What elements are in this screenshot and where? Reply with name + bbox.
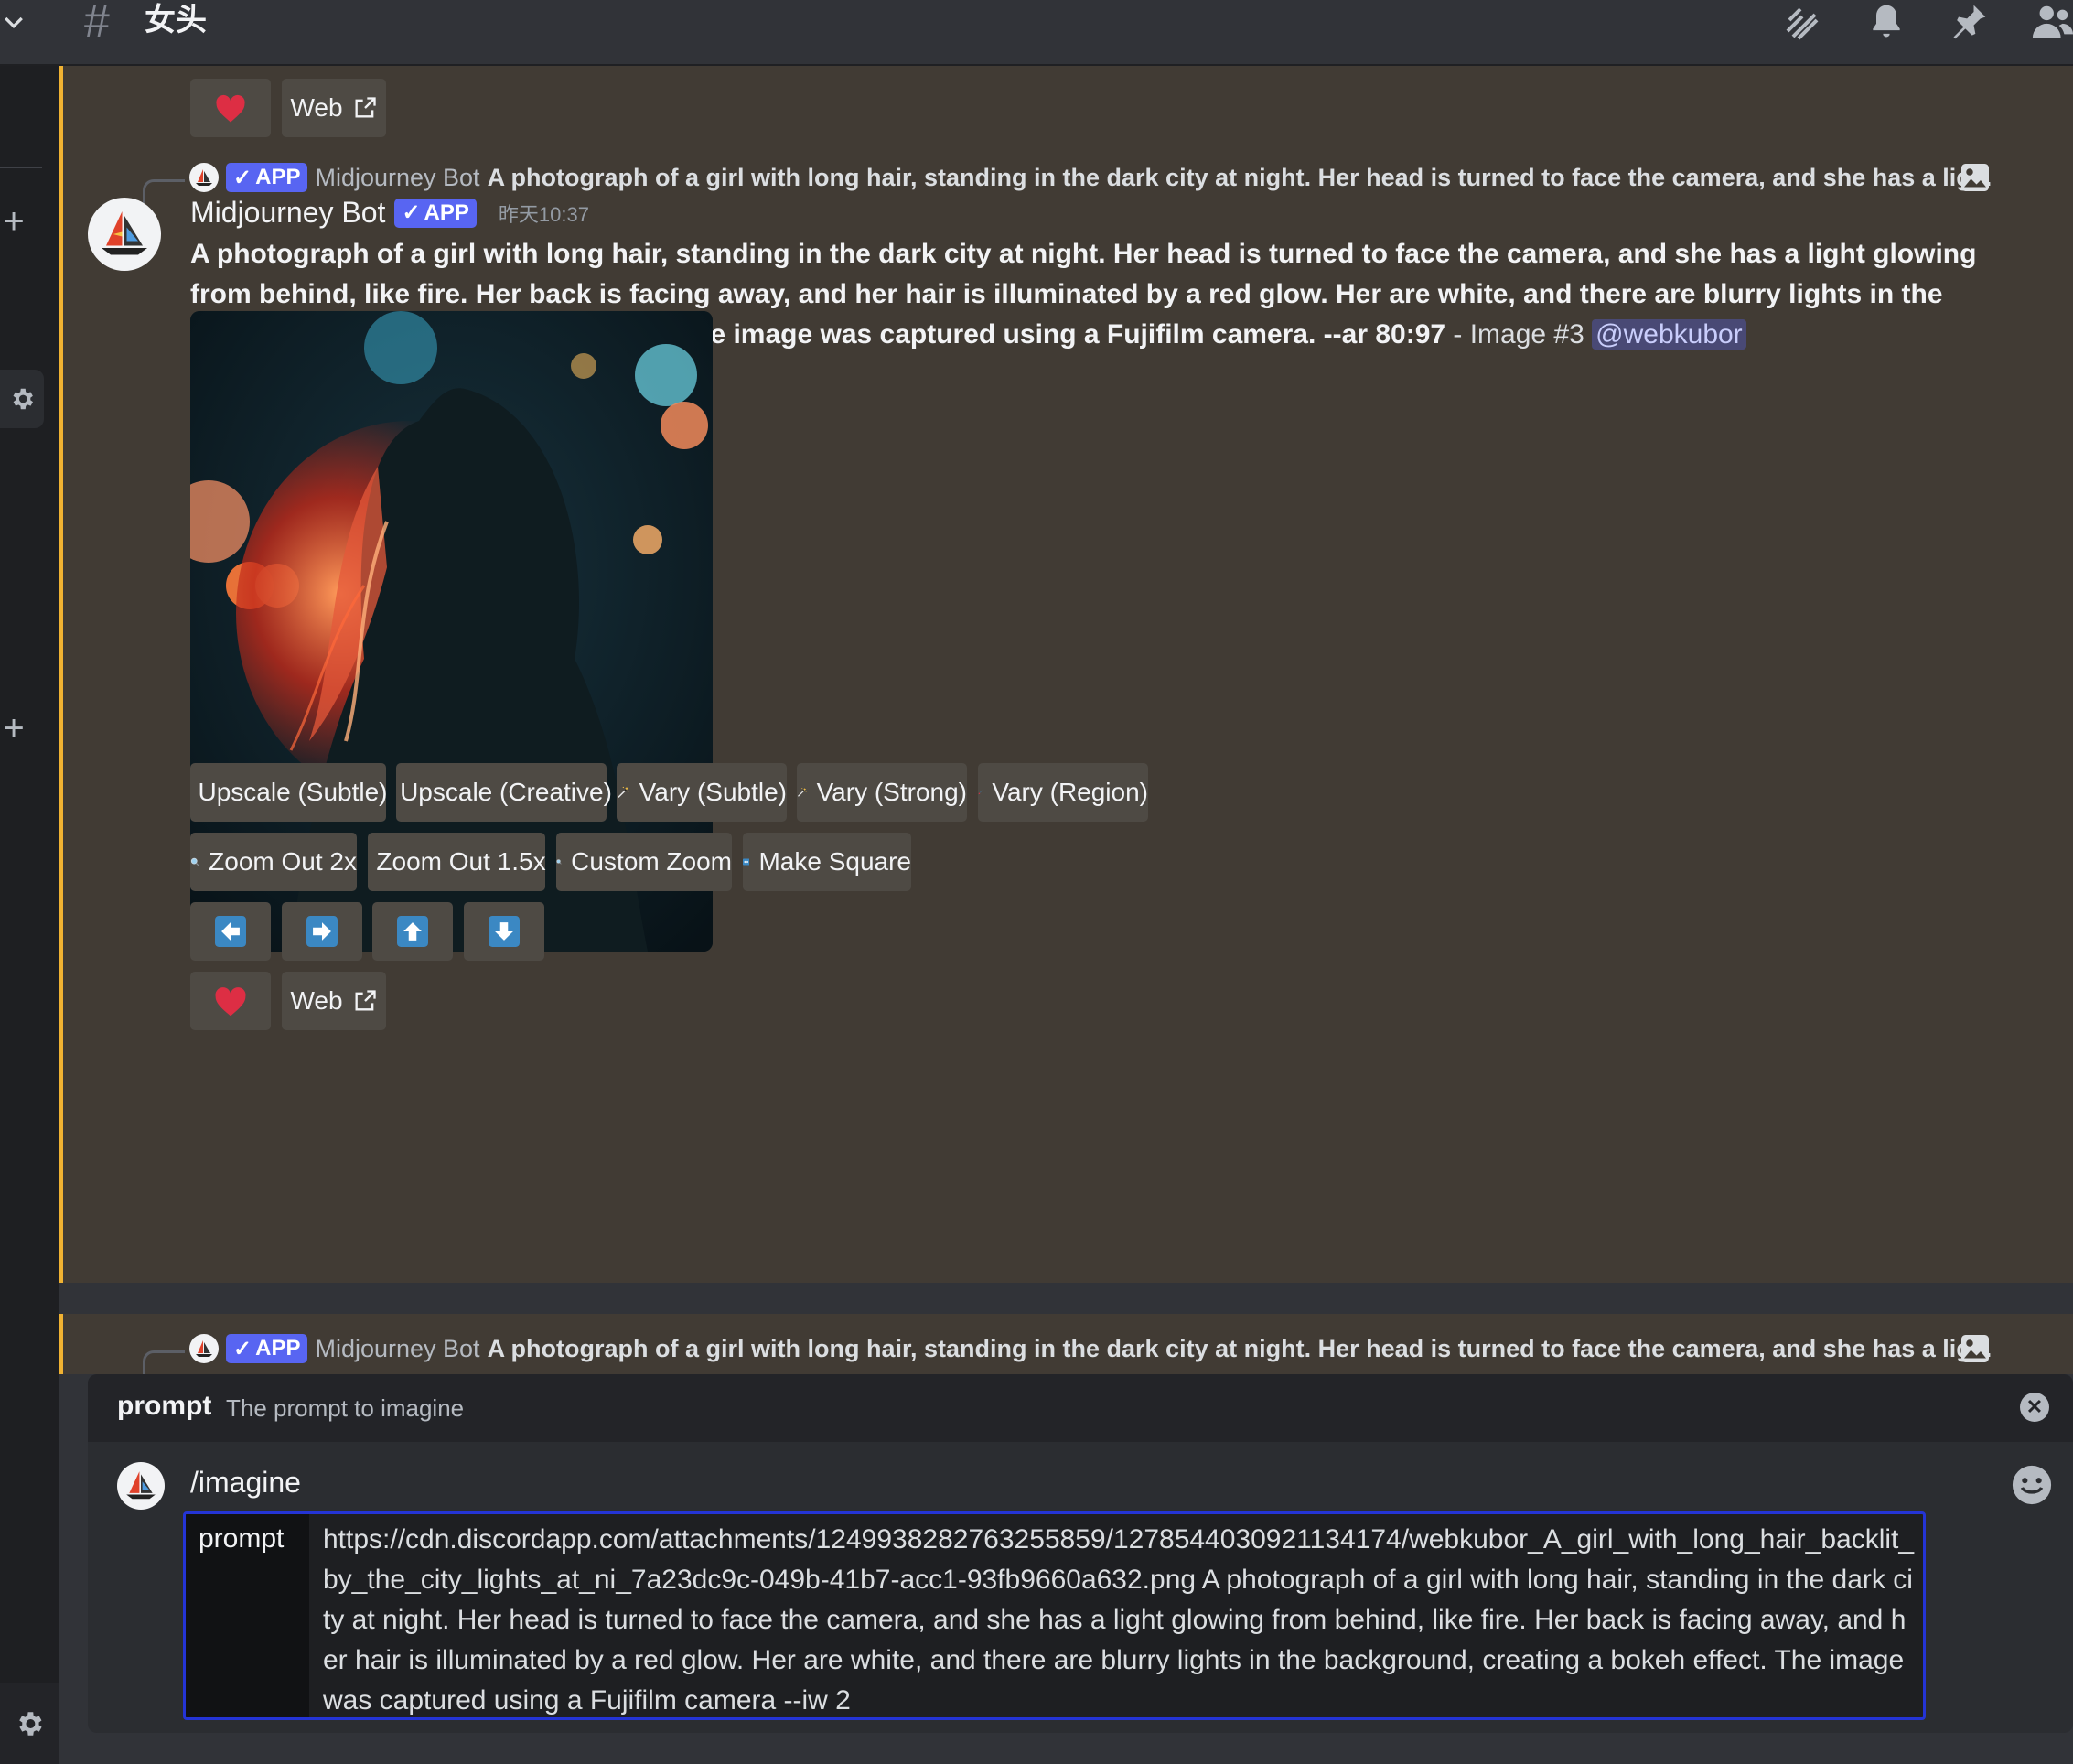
arrow-up-icon: [397, 916, 428, 947]
arrow-down-icon: [489, 916, 520, 947]
rail-divider: [0, 167, 42, 168]
app-tag: ✓ APP: [226, 163, 308, 192]
arrow-right-icon: [306, 916, 338, 947]
make-square-button[interactable]: Make Square: [743, 833, 911, 891]
zoom-out-2x-button[interactable]: Zoom Out 2x: [190, 833, 357, 891]
reply-spine: [143, 179, 185, 203]
arrow-left-icon: [215, 916, 246, 947]
prompt-field-label: prompt: [186, 1514, 309, 1717]
channel-name: 女头: [145, 3, 207, 38]
reply-preview[interactable]: ✓ APP Midjourney Bot A photograph of a gi…: [189, 1334, 1992, 1363]
channel-header: # 女头: [0, 0, 2073, 66]
bot-mini-avatar: [189, 163, 219, 192]
image-icon: [1961, 1335, 1989, 1362]
app-tag-label: APP: [255, 1336, 301, 1361]
arrow-left-right-icon: [743, 858, 750, 866]
paintbrush-icon: [978, 790, 983, 795]
option-description: The prompt to imagine: [226, 1394, 465, 1422]
author-name[interactable]: Midjourney Bot: [190, 196, 385, 230]
close-icon[interactable]: ✕: [2020, 1393, 2049, 1422]
zoom-out-2x-label: Zoom Out 2x: [209, 847, 357, 876]
vary-strong-label: Vary (Strong): [816, 778, 967, 806]
reply-author: Midjourney Bot: [315, 1334, 480, 1362]
bell-icon[interactable]: [1866, 2, 1907, 42]
magic-wand-icon: [798, 788, 807, 797]
add-server-plus-icon[interactable]: +: [0, 203, 27, 240]
image-icon: [1961, 164, 1989, 191]
reply-preview-text: A photograph of a girl with long hair, s…: [487, 163, 1992, 191]
magnifier-icon: [190, 857, 199, 866]
web-button[interactable]: Web: [282, 79, 386, 137]
message-main: ✓ APP Midjourney Bot A photograph of a gi…: [59, 143, 2073, 1283]
heart-icon: [215, 987, 246, 1016]
command-name: /imagine: [190, 1466, 301, 1499]
vary-strong-button[interactable]: Vary (Strong): [797, 763, 967, 822]
upscale-subtle-button[interactable]: Upscale (Subtle): [190, 763, 388, 822]
user-mention[interactable]: @webkubor: [1592, 319, 1746, 350]
message-next: ✓ APP Midjourney Bot A photograph of a gi…: [59, 1314, 2073, 1374]
external-link-icon: [355, 97, 376, 118]
web-button-label: Web: [290, 986, 343, 1015]
pan-left-button[interactable]: [190, 902, 271, 961]
heart-button[interactable]: [190, 972, 271, 1030]
reply-preview[interactable]: ✓ APP Midjourney Bot A photograph of a gi…: [189, 163, 1992, 192]
image-index-text: - Image #3: [1445, 319, 1593, 350]
reply-author: Midjourney Bot: [315, 163, 480, 191]
message-previous: Web: [59, 66, 2073, 145]
upscale-creative-button[interactable]: Upscale (Creative): [396, 763, 612, 822]
pan-down-button[interactable]: [464, 902, 544, 961]
members-icon[interactable]: [2031, 1, 2073, 43]
checkmark-icon: ✓: [233, 165, 252, 190]
app-tag: ✓ APP: [226, 1334, 308, 1363]
app-tag: ✓ APP: [394, 198, 477, 228]
bot-avatar: [117, 1462, 165, 1510]
reply-preview-text: A photograph of a girl with long hair, s…: [487, 1334, 1992, 1362]
web-button-label: Web: [290, 93, 343, 122]
prompt-input[interactable]: prompt https://cdn.discordapp.com/attach…: [183, 1511, 1926, 1720]
custom-zoom-button[interactable]: Custom Zoom: [556, 833, 732, 891]
timestamp: 昨天10:37: [498, 202, 589, 226]
server-rail: + +: [0, 0, 59, 1764]
magic-wand-icon: [618, 786, 629, 799]
upscale-creative-label: Upscale (Creative): [400, 778, 612, 806]
header-toolbar: [1780, 0, 2073, 44]
author-row: Midjourney Bot ✓ APP 昨天10:37: [190, 196, 589, 230]
slash-command-panel: prompt The prompt to imagine ✕ /imagine …: [88, 1374, 2073, 1733]
vary-region-button[interactable]: Vary (Region): [978, 763, 1148, 822]
checkmark-icon: ✓: [233, 1336, 252, 1361]
zoom-out-1-5x-label: Zoom Out 1.5x: [376, 847, 546, 876]
bot-mini-avatar: [189, 1334, 219, 1363]
user-settings-gear-icon[interactable]: [0, 1683, 59, 1764]
vary-subtle-button[interactable]: Vary (Subtle): [617, 763, 787, 822]
heart-button[interactable]: [190, 79, 271, 137]
pan-up-button[interactable]: [372, 902, 453, 961]
reply-spine: [143, 1350, 185, 1374]
chevron-down-icon[interactable]: [0, 9, 27, 37]
message-list: Web ✓ APP Midjourney Bot A photograph of …: [59, 66, 2073, 1374]
option-name: prompt: [117, 1391, 212, 1421]
heart-icon: [216, 94, 245, 123]
web-button[interactable]: Web: [282, 972, 386, 1030]
zoom-out-1-5x-button[interactable]: Zoom Out 1.5x: [368, 833, 546, 891]
upscale-subtle-label: Upscale (Subtle): [198, 778, 388, 806]
checkmark-icon: ✓: [402, 200, 421, 225]
command-option-header: prompt The prompt to imagine ✕: [88, 1374, 2073, 1442]
bot-avatar[interactable]: [88, 198, 161, 271]
vary-region-label: Vary (Region): [992, 778, 1148, 806]
custom-zoom-label: Custom Zoom: [571, 847, 732, 876]
app-tag-label: APP: [424, 199, 469, 225]
smile-icon[interactable]: [2011, 1464, 2053, 1506]
app-tag-label: APP: [255, 165, 301, 189]
external-link-icon: [355, 990, 376, 1011]
magnifier-icon: [556, 859, 562, 865]
hash-icon: #: [84, 0, 110, 47]
pin-icon[interactable]: [1949, 2, 1989, 42]
pan-right-button[interactable]: [282, 902, 362, 961]
make-square-label: Make Square: [758, 847, 911, 876]
prompt-field-value[interactable]: https://cdn.discordapp.com/attachments/1…: [323, 1520, 1919, 1717]
add-plus-icon[interactable]: +: [0, 710, 27, 747]
threads-icon[interactable]: [1780, 0, 1824, 44]
server-settings-gear-icon[interactable]: [0, 370, 44, 428]
vary-subtle-label: Vary (Subtle): [639, 778, 787, 806]
